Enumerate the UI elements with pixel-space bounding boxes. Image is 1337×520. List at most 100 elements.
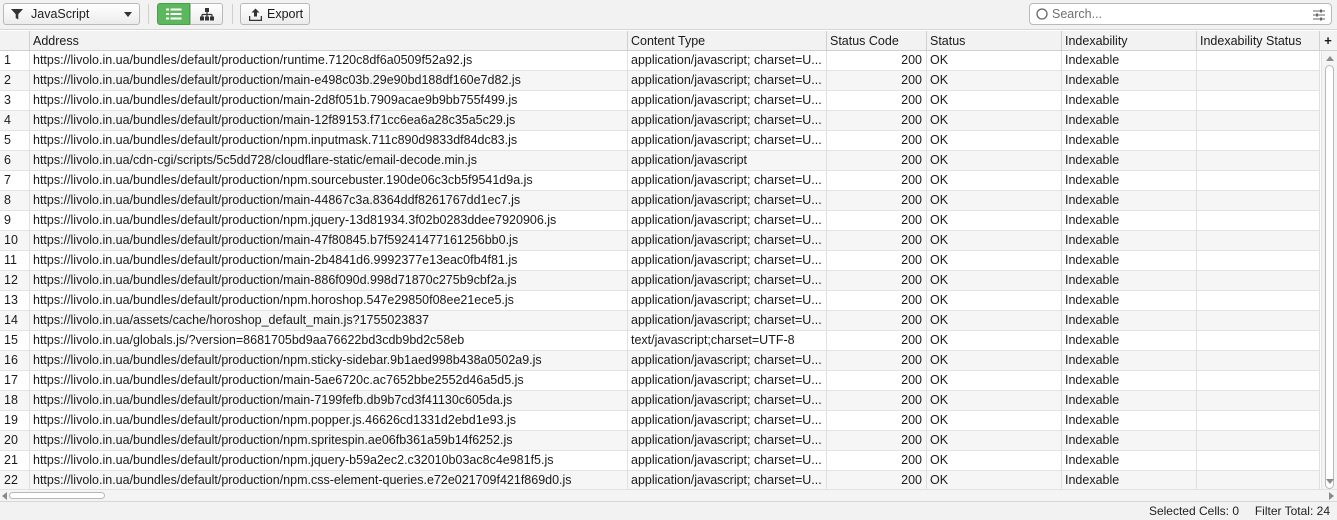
- status-cell[interactable]: OK: [927, 71, 1062, 91]
- status-cell[interactable]: OK: [927, 271, 1062, 291]
- table-row[interactable]: 21 https://livolo.in.ua/bundles/default/p…: [0, 451, 1320, 471]
- status-cell[interactable]: OK: [927, 91, 1062, 111]
- status-code-cell[interactable]: 200: [827, 411, 927, 431]
- row-number[interactable]: 20: [0, 431, 30, 451]
- indexability-cell[interactable]: Indexable: [1062, 431, 1197, 451]
- address-cell[interactable]: https://livolo.in.ua/bundles/default/pro…: [30, 351, 628, 371]
- content-type-cell[interactable]: application/javascript; charset=U...: [628, 411, 827, 431]
- column-header-row-number[interactable]: [0, 31, 30, 51]
- status-cell[interactable]: OK: [927, 351, 1062, 371]
- indexability-cell[interactable]: Indexable: [1062, 371, 1197, 391]
- status-code-cell[interactable]: 200: [827, 251, 927, 271]
- table-row[interactable]: 20 https://livolo.in.ua/bundles/default/p…: [0, 431, 1320, 451]
- status-code-cell[interactable]: 200: [827, 131, 927, 151]
- content-type-cell[interactable]: application/javascript; charset=U...: [628, 91, 827, 111]
- address-cell[interactable]: https://livolo.in.ua/bundles/default/pro…: [30, 471, 628, 489]
- table-row[interactable]: 9 https://livolo.in.ua/bundles/default/pr…: [0, 211, 1320, 231]
- address-cell[interactable]: https://livolo.in.ua/bundles/default/pro…: [30, 431, 628, 451]
- status-cell[interactable]: OK: [927, 131, 1062, 151]
- indexability-status-cell[interactable]: [1197, 171, 1320, 191]
- address-cell[interactable]: https://livolo.in.ua/bundles/default/pro…: [30, 51, 628, 71]
- status-cell[interactable]: OK: [927, 411, 1062, 431]
- status-cell[interactable]: OK: [927, 431, 1062, 451]
- row-number[interactable]: 21: [0, 451, 30, 471]
- content-type-cell[interactable]: application/javascript; charset=U...: [628, 231, 827, 251]
- address-cell[interactable]: https://livolo.in.ua/bundles/default/pro…: [30, 451, 628, 471]
- indexability-status-cell[interactable]: [1197, 251, 1320, 271]
- indexability-status-cell[interactable]: [1197, 351, 1320, 371]
- status-code-cell[interactable]: 200: [827, 351, 927, 371]
- content-type-cell[interactable]: application/javascript; charset=U...: [628, 431, 827, 451]
- status-code-cell[interactable]: 200: [827, 191, 927, 211]
- indexability-cell[interactable]: Indexable: [1062, 451, 1197, 471]
- table-row[interactable]: 12 https://livolo.in.ua/bundles/default/p…: [0, 271, 1320, 291]
- status-code-cell[interactable]: 200: [827, 211, 927, 231]
- address-cell[interactable]: https://livolo.in.ua/globals.js/?version…: [30, 331, 628, 351]
- status-code-cell[interactable]: 200: [827, 391, 927, 411]
- status-cell[interactable]: OK: [927, 251, 1062, 271]
- content-type-cell[interactable]: application/javascript; charset=U...: [628, 311, 827, 331]
- row-number[interactable]: 18: [0, 391, 30, 411]
- status-cell[interactable]: OK: [927, 471, 1062, 489]
- status-code-cell[interactable]: 200: [827, 331, 927, 351]
- indexability-cell[interactable]: Indexable: [1062, 151, 1197, 171]
- indexability-status-cell[interactable]: [1197, 111, 1320, 131]
- row-number[interactable]: 11: [0, 251, 30, 271]
- table-row[interactable]: 5 https://livolo.in.ua/bundles/default/pr…: [0, 131, 1320, 151]
- status-cell[interactable]: OK: [927, 311, 1062, 331]
- table-row[interactable]: 11 https://livolo.in.ua/bundles/default/p…: [0, 251, 1320, 271]
- table-row[interactable]: 19 https://livolo.in.ua/bundles/default/p…: [0, 411, 1320, 431]
- status-cell[interactable]: OK: [927, 111, 1062, 131]
- indexability-status-cell[interactable]: [1197, 131, 1320, 151]
- status-code-cell[interactable]: 200: [827, 371, 927, 391]
- indexability-cell[interactable]: Indexable: [1062, 91, 1197, 111]
- row-number[interactable]: 19: [0, 411, 30, 431]
- indexability-cell[interactable]: Indexable: [1062, 411, 1197, 431]
- indexability-cell[interactable]: Indexable: [1062, 231, 1197, 251]
- content-type-cell[interactable]: application/javascript: [628, 151, 827, 171]
- indexability-cell[interactable]: Indexable: [1062, 311, 1197, 331]
- row-number[interactable]: 6: [0, 151, 30, 171]
- status-cell[interactable]: OK: [927, 331, 1062, 351]
- row-number[interactable]: 15: [0, 331, 30, 351]
- address-cell[interactable]: https://livolo.in.ua/bundles/default/pro…: [30, 211, 628, 231]
- indexability-status-cell[interactable]: [1197, 451, 1320, 471]
- indexability-cell[interactable]: Indexable: [1062, 331, 1197, 351]
- search-options-icon[interactable]: [1313, 9, 1325, 21]
- address-cell[interactable]: https://livolo.in.ua/bundles/default/pro…: [30, 411, 628, 431]
- status-code-cell[interactable]: 200: [827, 71, 927, 91]
- indexability-status-cell[interactable]: [1197, 231, 1320, 251]
- indexability-status-cell[interactable]: [1197, 151, 1320, 171]
- status-code-cell[interactable]: 200: [827, 471, 927, 489]
- table-row[interactable]: 6 https://livolo.in.ua/cdn-cgi/scripts/5c…: [0, 151, 1320, 171]
- address-cell[interactable]: https://livolo.in.ua/bundles/default/pro…: [30, 191, 628, 211]
- content-type-cell[interactable]: application/javascript; charset=U...: [628, 371, 827, 391]
- indexability-status-cell[interactable]: [1197, 371, 1320, 391]
- table-row[interactable]: 10 https://livolo.in.ua/bundles/default/p…: [0, 231, 1320, 251]
- row-number[interactable]: 10: [0, 231, 30, 251]
- content-type-cell[interactable]: application/javascript; charset=U...: [628, 271, 827, 291]
- status-code-cell[interactable]: 200: [827, 311, 927, 331]
- content-type-cell[interactable]: application/javascript; charset=U...: [628, 191, 827, 211]
- content-type-cell[interactable]: application/javascript; charset=U...: [628, 251, 827, 271]
- indexability-cell[interactable]: Indexable: [1062, 351, 1197, 371]
- row-number[interactable]: 2: [0, 71, 30, 91]
- horizontal-scrollbar[interactable]: [0, 489, 1337, 501]
- status-code-cell[interactable]: 200: [827, 291, 927, 311]
- export-button[interactable]: Export: [240, 3, 310, 25]
- table-row[interactable]: 7 https://livolo.in.ua/bundles/default/pr…: [0, 171, 1320, 191]
- status-cell[interactable]: OK: [927, 211, 1062, 231]
- row-number[interactable]: 8: [0, 191, 30, 211]
- filter-dropdown[interactable]: JavaScript: [3, 3, 140, 25]
- address-cell[interactable]: https://livolo.in.ua/assets/cache/horosh…: [30, 311, 628, 331]
- address-cell[interactable]: https://livolo.in.ua/bundles/default/pro…: [30, 271, 628, 291]
- status-cell[interactable]: OK: [927, 371, 1062, 391]
- content-type-cell[interactable]: application/javascript; charset=U...: [628, 471, 827, 489]
- table-row[interactable]: 1 https://livolo.in.ua/bundles/default/pr…: [0, 51, 1320, 71]
- tree-view-button[interactable]: [190, 3, 223, 25]
- scroll-left-arrow-icon[interactable]: [2, 492, 7, 500]
- indexability-cell[interactable]: Indexable: [1062, 51, 1197, 71]
- status-cell[interactable]: OK: [927, 451, 1062, 471]
- table-row[interactable]: 18 https://livolo.in.ua/bundles/default/p…: [0, 391, 1320, 411]
- scroll-down-arrow-icon[interactable]: [1326, 479, 1334, 484]
